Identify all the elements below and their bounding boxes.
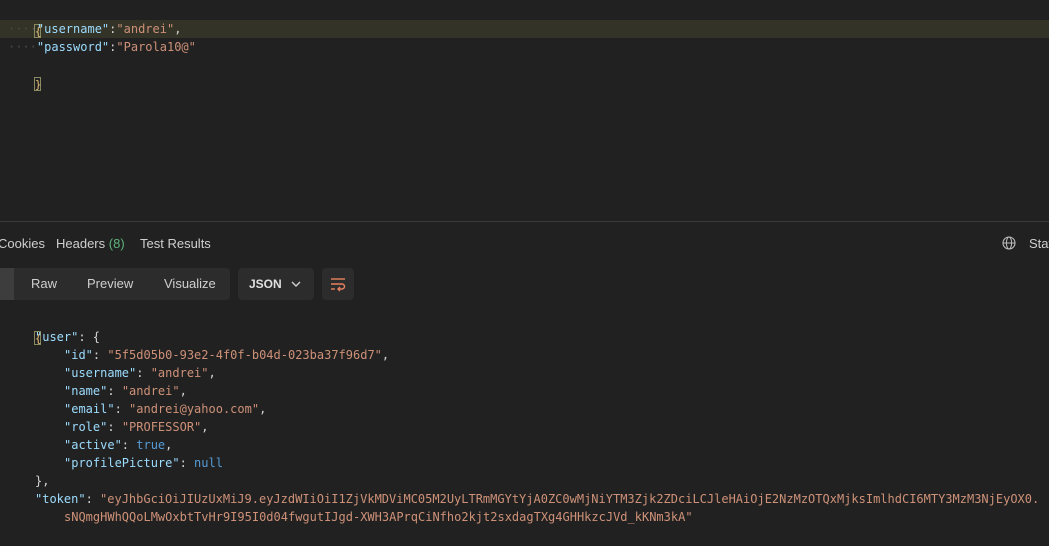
request-close-brace: }: [33, 76, 42, 91]
response-user-close: },: [35, 474, 50, 488]
request-body-editor[interactable]: { ····"username":"andrei", ····"password…: [0, 0, 1049, 222]
response-field-email: "email": "andrei@yahoo.com",: [64, 402, 267, 416]
response-field-role: "role": "PROFESSOR",: [64, 420, 209, 434]
response-open-brace: {: [33, 330, 42, 345]
pane-divider[interactable]: [0, 221, 1049, 222]
request-open-brace: {: [33, 23, 42, 38]
response-field-id: "id": "5f5d05b0-93e2-4f0f-b04d-023ba37f9…: [64, 348, 390, 362]
request-line-username: ····"username":"andrei",: [8, 22, 182, 36]
status-label: Stat: [1029, 236, 1049, 251]
wrap-lines-button[interactable]: [322, 268, 354, 300]
response-user-line: "user": {: [35, 330, 101, 344]
format-select-value: JSON: [249, 277, 282, 291]
visualize-button[interactable]: Visualize: [164, 276, 216, 291]
chevron-down-icon: [291, 281, 301, 287]
view-mode-pretty-active[interactable]: [0, 268, 14, 300]
wrap-lines-icon: [331, 278, 346, 292]
tab-headers-label: Headers: [56, 236, 106, 251]
tab-headers[interactable]: Headers (8): [56, 236, 125, 251]
raw-button[interactable]: Raw: [31, 276, 57, 291]
response-field-name: "name": "andrei",: [64, 384, 187, 398]
tab-test-results[interactable]: Test Results: [140, 236, 211, 251]
response-token-line-wrapped: sNQmgHWhQQoLMwOxbtTvHr9I95I0d04fwgutIJgd…: [64, 510, 693, 524]
globe-icon[interactable]: [1002, 236, 1016, 250]
request-line-password: ····"password":"Parola10@": [8, 40, 196, 54]
headers-count-badge: (8): [108, 236, 125, 251]
preview-button[interactable]: Preview: [87, 276, 133, 291]
response-field-profile-picture: "profilePicture": null: [64, 456, 223, 470]
response-token-line: "token": "eyJhbGciOiJIUzUxMiJ9.eyJzdWIiO…: [35, 492, 1040, 506]
response-field-username: "username": "andrei",: [64, 366, 216, 380]
response-field-active: "active": true,: [64, 438, 173, 452]
tab-cookies[interactable]: Cookies: [0, 236, 45, 251]
